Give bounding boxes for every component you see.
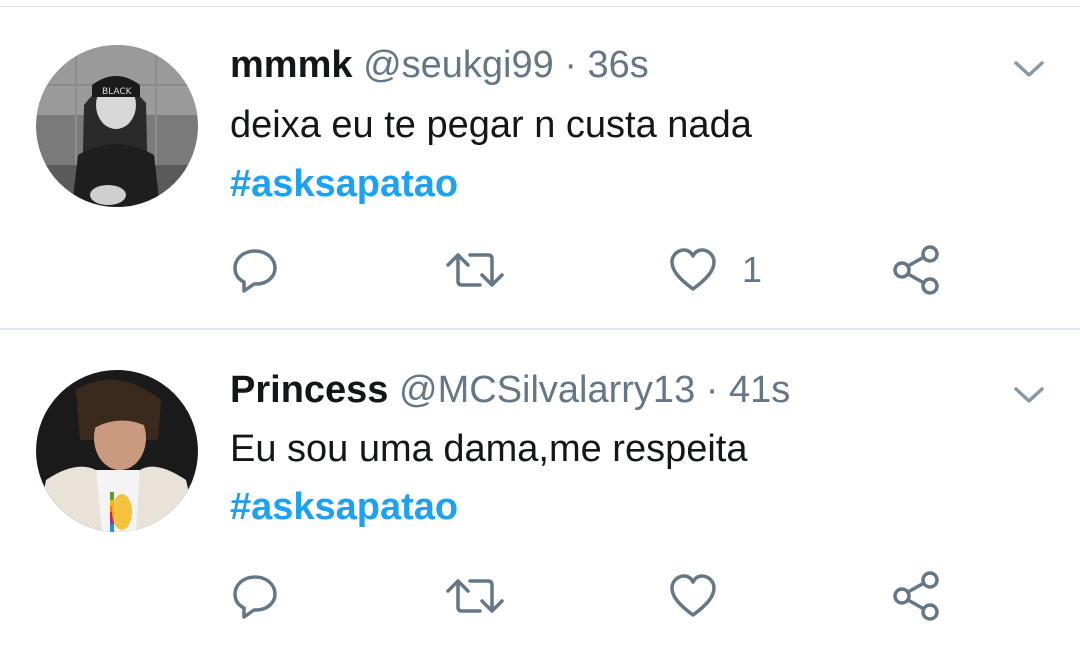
svg-text:BLACK: BLACK [102, 87, 133, 97]
display-name[interactable]: Princess [230, 369, 388, 411]
share-button[interactable] [890, 571, 942, 621]
tweet-divider [0, 328, 1080, 330]
tweet-header: mmmk @seukgi99 · 36s [230, 42, 649, 88]
timestamp[interactable]: 36s [588, 44, 649, 86]
reply-button[interactable] [230, 571, 280, 621]
reply-button[interactable] [230, 245, 280, 295]
retweet-button[interactable] [446, 571, 504, 621]
tweet-header: Princess @MCSilvalarry13 · 41s [230, 367, 790, 413]
heart-icon [670, 248, 716, 291]
avatar[interactable]: BLACK [36, 45, 198, 207]
retweet-icon [446, 579, 504, 613]
share-icon [893, 245, 939, 295]
like-button[interactable] [668, 571, 742, 621]
share-button[interactable] [890, 245, 942, 295]
tweet-text: Eu sou uma dama,me respeita [230, 428, 748, 470]
reply-icon [233, 249, 277, 293]
reply-icon [233, 575, 277, 619]
separator-dot: · [564, 44, 577, 86]
like-button[interactable]: 1 [668, 245, 762, 295]
tweet-text: deixa eu te pegar n custa nada [230, 104, 752, 146]
display-name[interactable]: mmmk [230, 44, 353, 86]
retweet-button[interactable] [446, 245, 504, 295]
tweet[interactable]: BLACK mmmk @seukgi99 · 36s deixa eu te p… [0, 7, 1080, 329]
avatar[interactable] [36, 370, 198, 532]
hashtag-link[interactable]: #asksapatao [230, 161, 458, 207]
tweet[interactable]: Princess @MCSilvalarry13 · 41s Eu sou um… [0, 331, 1080, 655]
username[interactable]: @MCSilvalarry13 [399, 369, 695, 411]
timestamp[interactable]: 41s [729, 369, 790, 411]
share-icon [893, 571, 939, 621]
chevron-down-icon[interactable] [1012, 383, 1046, 407]
heart-icon [670, 574, 716, 617]
chevron-down-icon[interactable] [1012, 57, 1046, 81]
retweet-icon [446, 253, 504, 287]
username[interactable]: @seukgi99 [363, 44, 554, 86]
separator-dot: · [705, 369, 719, 411]
like-count: 1 [742, 249, 763, 290]
hashtag-link[interactable]: #asksapatao [230, 484, 458, 530]
